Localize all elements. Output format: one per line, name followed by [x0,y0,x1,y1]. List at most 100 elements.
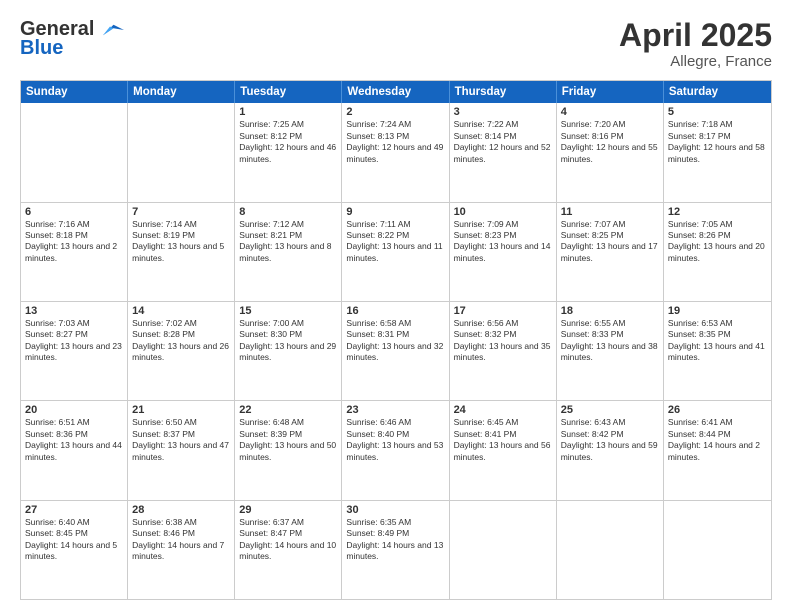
day-number: 22 [239,404,337,416]
calendar-cell: 6Sunrise: 7:16 AM Sunset: 8:18 PM Daylig… [21,203,128,301]
calendar-cell: 10Sunrise: 7:09 AM Sunset: 8:23 PM Dayli… [450,203,557,301]
page: General Blue April 2025 Allegre, France … [0,0,792,612]
day-info: Sunrise: 6:50 AM Sunset: 8:37 PM Dayligh… [132,417,230,463]
day-info: Sunrise: 7:22 AM Sunset: 8:14 PM Dayligh… [454,119,552,165]
calendar-cell: 1Sunrise: 7:25 AM Sunset: 8:12 PM Daylig… [235,103,342,201]
day-info: Sunrise: 6:46 AM Sunset: 8:40 PM Dayligh… [346,417,444,463]
calendar-cell: 2Sunrise: 7:24 AM Sunset: 8:13 PM Daylig… [342,103,449,201]
day-info: Sunrise: 7:03 AM Sunset: 8:27 PM Dayligh… [25,318,123,364]
day-number: 18 [561,305,659,317]
day-number: 9 [346,206,444,218]
calendar-week-3: 20Sunrise: 6:51 AM Sunset: 8:36 PM Dayli… [21,400,771,499]
day-number: 11 [561,206,659,218]
day-info: Sunrise: 7:02 AM Sunset: 8:28 PM Dayligh… [132,318,230,364]
day-info: Sunrise: 6:43 AM Sunset: 8:42 PM Dayligh… [561,417,659,463]
calendar-cell: 23Sunrise: 6:46 AM Sunset: 8:40 PM Dayli… [342,401,449,499]
day-number: 25 [561,404,659,416]
day-info: Sunrise: 6:58 AM Sunset: 8:31 PM Dayligh… [346,318,444,364]
day-number: 4 [561,106,659,118]
calendar-cell [450,501,557,599]
day-info: Sunrise: 6:56 AM Sunset: 8:32 PM Dayligh… [454,318,552,364]
header-day-friday: Friday [557,81,664,103]
day-info: Sunrise: 6:35 AM Sunset: 8:49 PM Dayligh… [346,517,444,563]
day-number: 28 [132,504,230,516]
calendar-cell [664,501,771,599]
calendar-cell: 29Sunrise: 6:37 AM Sunset: 8:47 PM Dayli… [235,501,342,599]
calendar-cell: 9Sunrise: 7:11 AM Sunset: 8:22 PM Daylig… [342,203,449,301]
calendar-week-4: 27Sunrise: 6:40 AM Sunset: 8:45 PM Dayli… [21,500,771,599]
calendar-cell [128,103,235,201]
calendar-cell [557,501,664,599]
day-info: Sunrise: 7:20 AM Sunset: 8:16 PM Dayligh… [561,119,659,165]
day-number: 29 [239,504,337,516]
location: Allegre, France [619,53,772,70]
day-number: 14 [132,305,230,317]
day-number: 19 [668,305,767,317]
calendar-cell: 12Sunrise: 7:05 AM Sunset: 8:26 PM Dayli… [664,203,771,301]
calendar-cell: 21Sunrise: 6:50 AM Sunset: 8:37 PM Dayli… [128,401,235,499]
calendar-cell: 30Sunrise: 6:35 AM Sunset: 8:49 PM Dayli… [342,501,449,599]
calendar-cell: 18Sunrise: 6:55 AM Sunset: 8:33 PM Dayli… [557,302,664,400]
calendar-cell: 8Sunrise: 7:12 AM Sunset: 8:21 PM Daylig… [235,203,342,301]
day-number: 12 [668,206,767,218]
header-day-thursday: Thursday [450,81,557,103]
calendar-cell: 22Sunrise: 6:48 AM Sunset: 8:39 PM Dayli… [235,401,342,499]
calendar-cell: 11Sunrise: 7:07 AM Sunset: 8:25 PM Dayli… [557,203,664,301]
day-info: Sunrise: 7:07 AM Sunset: 8:25 PM Dayligh… [561,219,659,265]
day-info: Sunrise: 7:11 AM Sunset: 8:22 PM Dayligh… [346,219,444,265]
logo: General Blue [20,18,124,60]
calendar-cell: 24Sunrise: 6:45 AM Sunset: 8:41 PM Dayli… [450,401,557,499]
day-number: 26 [668,404,767,416]
calendar-week-0: 1Sunrise: 7:25 AM Sunset: 8:12 PM Daylig… [21,103,771,201]
calendar-cell [21,103,128,201]
day-number: 10 [454,206,552,218]
day-number: 7 [132,206,230,218]
day-info: Sunrise: 6:48 AM Sunset: 8:39 PM Dayligh… [239,417,337,463]
day-info: Sunrise: 6:51 AM Sunset: 8:36 PM Dayligh… [25,417,123,463]
calendar-cell: 3Sunrise: 7:22 AM Sunset: 8:14 PM Daylig… [450,103,557,201]
day-info: Sunrise: 6:53 AM Sunset: 8:35 PM Dayligh… [668,318,767,364]
calendar-cell: 27Sunrise: 6:40 AM Sunset: 8:45 PM Dayli… [21,501,128,599]
title-block: April 2025 Allegre, France [619,18,772,70]
day-number: 27 [25,504,123,516]
day-info: Sunrise: 6:41 AM Sunset: 8:44 PM Dayligh… [668,417,767,463]
calendar-cell: 15Sunrise: 7:00 AM Sunset: 8:30 PM Dayli… [235,302,342,400]
day-info: Sunrise: 7:12 AM Sunset: 8:21 PM Dayligh… [239,219,337,265]
header: General Blue April 2025 Allegre, France [20,18,772,70]
day-info: Sunrise: 7:18 AM Sunset: 8:17 PM Dayligh… [668,119,767,165]
calendar: SundayMondayTuesdayWednesdayThursdayFrid… [20,80,772,600]
header-day-tuesday: Tuesday [235,81,342,103]
day-number: 15 [239,305,337,317]
day-info: Sunrise: 6:37 AM Sunset: 8:47 PM Dayligh… [239,517,337,563]
calendar-body: 1Sunrise: 7:25 AM Sunset: 8:12 PM Daylig… [21,103,771,599]
calendar-cell: 14Sunrise: 7:02 AM Sunset: 8:28 PM Dayli… [128,302,235,400]
day-info: Sunrise: 7:14 AM Sunset: 8:19 PM Dayligh… [132,219,230,265]
calendar-cell: 16Sunrise: 6:58 AM Sunset: 8:31 PM Dayli… [342,302,449,400]
day-number: 16 [346,305,444,317]
day-number: 2 [346,106,444,118]
day-number: 21 [132,404,230,416]
header-day-monday: Monday [128,81,235,103]
day-number: 3 [454,106,552,118]
day-info: Sunrise: 6:40 AM Sunset: 8:45 PM Dayligh… [25,517,123,563]
calendar-cell: 7Sunrise: 7:14 AM Sunset: 8:19 PM Daylig… [128,203,235,301]
day-number: 17 [454,305,552,317]
day-info: Sunrise: 7:25 AM Sunset: 8:12 PM Dayligh… [239,119,337,165]
day-info: Sunrise: 6:38 AM Sunset: 8:46 PM Dayligh… [132,517,230,563]
header-day-saturday: Saturday [664,81,771,103]
calendar-cell: 19Sunrise: 6:53 AM Sunset: 8:35 PM Dayli… [664,302,771,400]
calendar-cell: 20Sunrise: 6:51 AM Sunset: 8:36 PM Dayli… [21,401,128,499]
calendar-cell: 4Sunrise: 7:20 AM Sunset: 8:16 PM Daylig… [557,103,664,201]
month-title: April 2025 [619,18,772,53]
calendar-week-1: 6Sunrise: 7:16 AM Sunset: 8:18 PM Daylig… [21,202,771,301]
day-info: Sunrise: 7:05 AM Sunset: 8:26 PM Dayligh… [668,219,767,265]
calendar-cell: 28Sunrise: 6:38 AM Sunset: 8:46 PM Dayli… [128,501,235,599]
calendar-cell: 13Sunrise: 7:03 AM Sunset: 8:27 PM Dayli… [21,302,128,400]
day-number: 24 [454,404,552,416]
day-number: 8 [239,206,337,218]
day-number: 1 [239,106,337,118]
calendar-week-2: 13Sunrise: 7:03 AM Sunset: 8:27 PM Dayli… [21,301,771,400]
calendar-cell: 5Sunrise: 7:18 AM Sunset: 8:17 PM Daylig… [664,103,771,201]
calendar-cell: 26Sunrise: 6:41 AM Sunset: 8:44 PM Dayli… [664,401,771,499]
day-info: Sunrise: 7:09 AM Sunset: 8:23 PM Dayligh… [454,219,552,265]
